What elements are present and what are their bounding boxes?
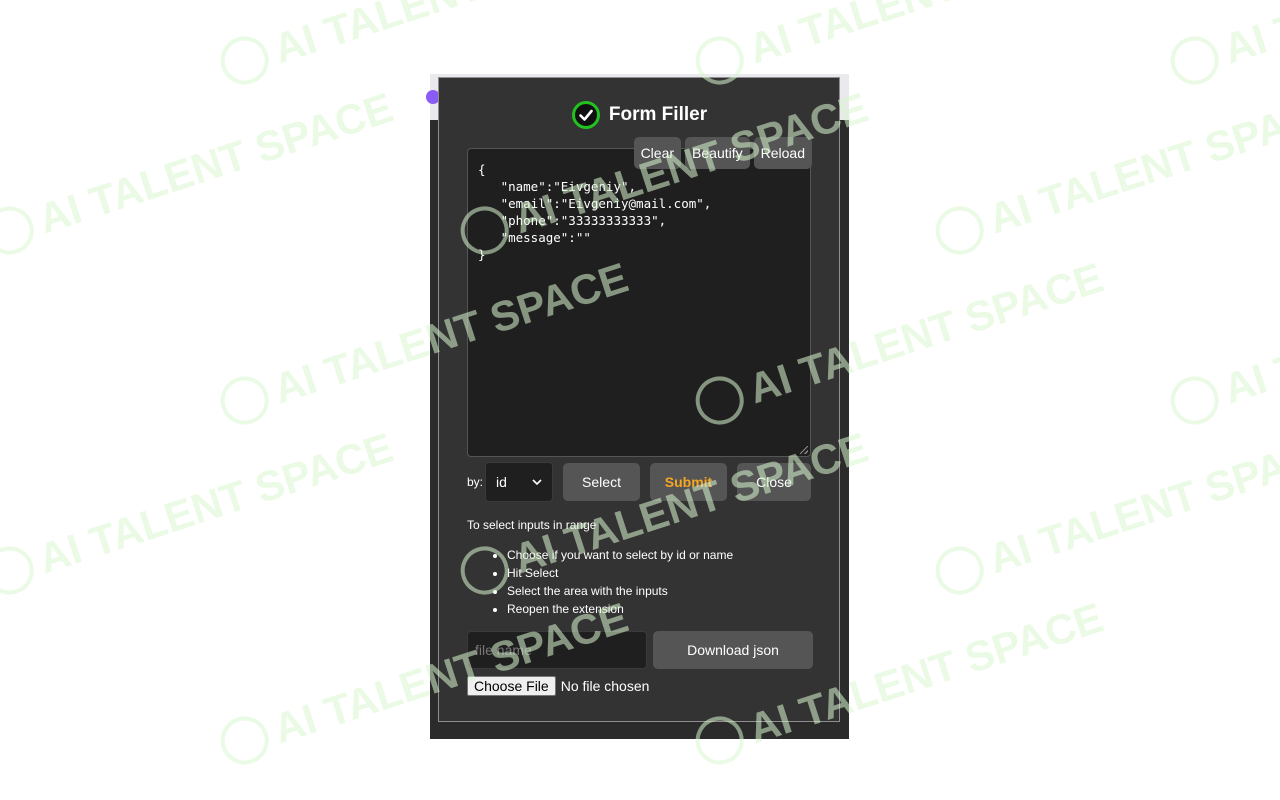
popup-header: Form Filler (439, 100, 839, 130)
instruction-step: Select the area with the inputs (507, 582, 817, 600)
brain-logo-icon (0, 206, 34, 255)
choose-file-button[interactable]: Choose File (467, 676, 556, 696)
file-name-input[interactable] (467, 631, 647, 669)
watermark-tile: AI TALENT SPACE (935, 84, 1280, 255)
instructions-list: Choose if you want to select by id or na… (467, 546, 817, 618)
watermark-text: AI TALENT SPACE (983, 424, 1280, 583)
brain-logo-icon (220, 36, 269, 85)
instruction-step: Choose if you want to select by id or na… (507, 546, 817, 564)
select-by-value: id (496, 474, 507, 490)
chevron-down-icon (532, 479, 542, 486)
select-button[interactable]: Select (563, 463, 641, 501)
instruction-step: Reopen the extension (507, 600, 817, 618)
watermark-text: AI TALENT SPACE (33, 424, 399, 583)
brain-logo-icon (935, 546, 984, 595)
form-filler-popup: Form Filler { "name":"Eivgeniy", "email"… (438, 77, 840, 722)
watermark-text: AI TALENT SPACE (1218, 0, 1280, 72)
select-by-dropdown[interactable]: id (485, 462, 554, 502)
file-upload-row: Choose File No file chosen (467, 676, 649, 696)
by-label: by: (467, 475, 484, 489)
brain-logo-icon (220, 376, 269, 425)
watermark-tile: AI TALENT SPACE (1170, 254, 1280, 425)
watermark-text: AI TALENT SPACE (268, 0, 634, 72)
brain-logo-icon (0, 546, 34, 595)
json-editor[interactable]: { "name":"Eivgeniy", "email":"Eivgeniy@m… (467, 148, 811, 457)
watermark-tile: AI TALENT SPACE (0, 84, 399, 255)
brain-logo-icon (1170, 36, 1219, 85)
file-status: No file chosen (560, 678, 650, 694)
watermark-text: AI TALENT SPACE (33, 84, 399, 243)
watermark-tile: AI TALENT SPACE (0, 424, 399, 595)
download-row: Download json (467, 631, 813, 669)
submit-button[interactable]: Submit (650, 463, 728, 501)
screen: Form Filler { "name":"Eivgeniy", "email"… (0, 0, 1280, 800)
reload-button[interactable]: Reload (753, 137, 812, 169)
selector-controls: by: id Select Submit Close (467, 462, 812, 502)
check-circle-icon (571, 101, 600, 129)
watermark-text: AI TALENT SPACE (1218, 254, 1280, 413)
instructions-heading: To select inputs in range (467, 518, 597, 532)
popup-title: Form Filler (608, 104, 708, 125)
download-json-button[interactable]: Download json (653, 631, 813, 669)
editor-toolbar: Clear Beautify Reload (633, 137, 812, 169)
brain-logo-icon (1170, 376, 1219, 425)
watermark-text: AI TALENT SPACE (743, 0, 1109, 72)
watermark-text: AI TALENT SPACE (983, 84, 1280, 243)
resize-handle[interactable] (800, 446, 808, 454)
watermark-tile: AI TALENT SPACE (935, 424, 1280, 595)
brain-logo-icon (935, 206, 984, 255)
close-button[interactable]: Close (737, 463, 812, 501)
clear-button[interactable]: Clear (633, 137, 682, 169)
instruction-step: Hit Select (507, 564, 817, 582)
watermark-tile: AI TALENT SPACE (1170, 0, 1280, 85)
brain-logo-icon (220, 716, 269, 765)
instructions: To select inputs in range Choose if you … (467, 518, 817, 618)
beautify-button[interactable]: Beautify (685, 137, 750, 169)
